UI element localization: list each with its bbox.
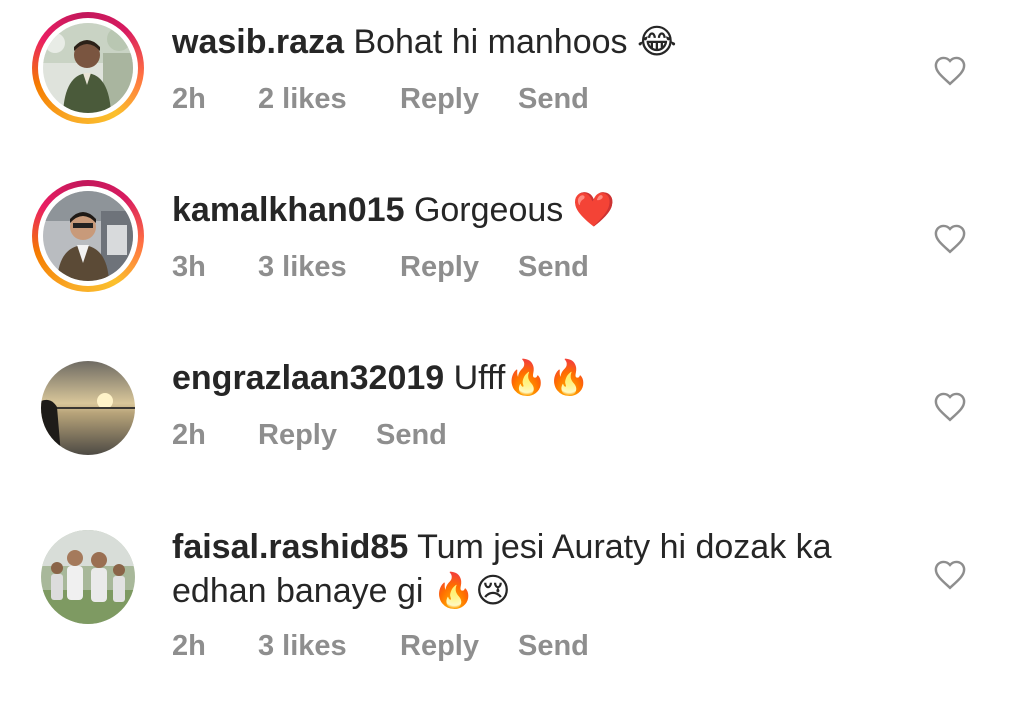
emoji: 🔥😢	[432, 572, 511, 610]
comment-text: wasib.raza Bohat hi manhoos 😂	[172, 20, 677, 64]
heart-outline-icon[interactable]	[932, 222, 968, 254]
likes-count[interactable]: 3 likes	[258, 251, 347, 284]
timestamp: 2h	[172, 419, 206, 451]
comment-body-continued: edhan banaye gi	[172, 572, 424, 610]
likes-count[interactable]: 2 likes	[258, 83, 347, 116]
avatar[interactable]	[43, 191, 133, 281]
heart-outline-icon[interactable]	[932, 558, 968, 590]
reply-button[interactable]: Reply	[258, 419, 337, 452]
comment-text-line2: edhan banaye gi 🔥😢	[172, 569, 511, 613]
comment-body: Tum jesi Auraty hi dozak ka	[417, 528, 832, 566]
comment-text: faisal.rashid85 Tum jesi Auraty hi dozak…	[172, 525, 832, 569]
comment-body: Ufff	[453, 359, 506, 397]
comment-body: Bohat hi manhoos	[353, 23, 628, 61]
avatar-story-ring[interactable]	[32, 12, 144, 124]
send-button[interactable]: Send	[376, 419, 447, 452]
emoji: 🔥🔥	[505, 359, 590, 397]
send-button[interactable]: Send	[518, 83, 589, 116]
send-button[interactable]: Send	[518, 251, 589, 284]
avatar-frame[interactable]	[41, 530, 135, 624]
likes-count[interactable]: 3 likes	[258, 630, 347, 663]
avatar[interactable]	[43, 23, 133, 113]
avatar-story-ring[interactable]	[32, 180, 144, 292]
comment-body: Gorgeous	[413, 191, 564, 229]
emoji: ❤️	[572, 191, 616, 229]
avatar-frame[interactable]	[41, 361, 135, 455]
reply-button[interactable]: Reply	[400, 630, 479, 663]
reply-button[interactable]: Reply	[400, 251, 479, 284]
timestamp: 3h	[172, 251, 206, 283]
avatar[interactable]	[41, 361, 135, 455]
username-link[interactable]: kamalkhan015	[172, 191, 405, 229]
emoji: 😂	[636, 23, 677, 61]
comment-text: engrazlaan32019 Ufff🔥🔥	[172, 356, 590, 400]
username-link[interactable]: engrazlaan32019	[172, 359, 444, 397]
username-link[interactable]: wasib.raza	[172, 23, 344, 61]
reply-button[interactable]: Reply	[400, 83, 479, 116]
avatar[interactable]	[41, 530, 135, 624]
send-button[interactable]: Send	[518, 630, 589, 663]
heart-outline-icon[interactable]	[932, 390, 968, 422]
username-link[interactable]: faisal.rashid85	[172, 528, 408, 566]
timestamp: 2h	[172, 83, 206, 115]
timestamp: 2h	[172, 630, 206, 662]
heart-outline-icon[interactable]	[932, 54, 968, 86]
comment-text: kamalkhan015 Gorgeous ❤️	[172, 188, 615, 232]
